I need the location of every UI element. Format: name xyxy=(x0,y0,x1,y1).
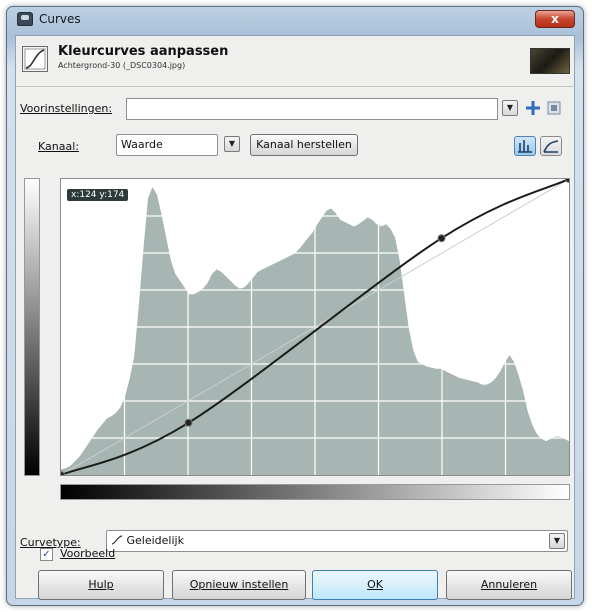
reset-button[interactable]: Opnieuw instellen xyxy=(172,570,306,600)
separator xyxy=(16,86,576,87)
help-button[interactable]: Hulp xyxy=(38,570,164,600)
window-title: Curves xyxy=(39,12,81,26)
ok-button-label: OK xyxy=(367,578,383,591)
image-thumbnail xyxy=(530,48,570,74)
title-bar[interactable]: Curves x xyxy=(7,7,583,33)
add-preset-icon[interactable] xyxy=(524,99,542,117)
curve-control-point[interactable] xyxy=(565,175,573,183)
curve-plot[interactable]: x:124 y:174 xyxy=(57,175,573,479)
curve-control-point[interactable] xyxy=(184,418,193,427)
curve-graph-area: x:124 y:174 xyxy=(24,175,573,514)
reset-button-label: Opnieuw instellen xyxy=(189,578,289,591)
dialog-content: Kleurcurves aanpassen Achtergrond-30 (_D… xyxy=(15,35,576,600)
presets-input[interactable] xyxy=(126,98,498,120)
channel-dropdown-button[interactable]: ▼ xyxy=(224,136,240,152)
channel-label: Kanaal: xyxy=(38,140,79,153)
preview-checkbox[interactable]: ✓ xyxy=(40,548,53,561)
presets-label: Voorinstellingen: xyxy=(20,102,113,115)
ok-button[interactable]: OK xyxy=(312,570,438,600)
help-button-label: Hulp xyxy=(88,578,114,591)
presets-dropdown-button[interactable]: ▼ xyxy=(502,100,518,116)
log-histogram-icon[interactable] xyxy=(540,136,562,156)
linear-histogram-icon[interactable] xyxy=(514,136,536,156)
curves-dialog: Curves x Kleurcurves aanpassen Achtergro… xyxy=(6,6,584,606)
channel-value: Waarde xyxy=(121,138,163,151)
coordinate-readout: x:124 y:174 xyxy=(67,189,129,201)
dialog-subtitle: Achtergrond-30 (_DSC0304.jpg) xyxy=(58,61,186,70)
reset-channel-button[interactable]: Kanaal herstellen xyxy=(250,134,358,156)
input-gradient-bar xyxy=(60,484,570,500)
preset-menu-icon[interactable] xyxy=(546,100,562,116)
preview-label: Voorbeeld xyxy=(60,547,116,560)
curve-type-select[interactable]: Geleidelijk ▼ xyxy=(106,530,568,552)
curves-icon xyxy=(22,46,48,72)
cancel-button[interactable]: Annuleren xyxy=(446,570,572,600)
output-gradient-bar xyxy=(24,178,40,476)
dialog-header: Kleurcurves aanpassen Achtergrond-30 (_D… xyxy=(22,44,570,80)
dialog-title: Kleurcurves aanpassen xyxy=(58,44,229,59)
gimp-app-icon xyxy=(17,12,33,26)
cancel-button-label: Annuleren xyxy=(480,578,538,591)
curve-type-value: Geleidelijk xyxy=(126,534,184,547)
curve-plot-svg[interactable] xyxy=(57,175,573,479)
channel-select[interactable]: Waarde xyxy=(116,134,218,156)
close-button[interactable]: x xyxy=(535,10,575,28)
curve-control-point[interactable] xyxy=(437,234,446,243)
smooth-curve-icon xyxy=(111,534,127,547)
curve-type-dropdown-button[interactable]: ▼ xyxy=(549,533,565,549)
